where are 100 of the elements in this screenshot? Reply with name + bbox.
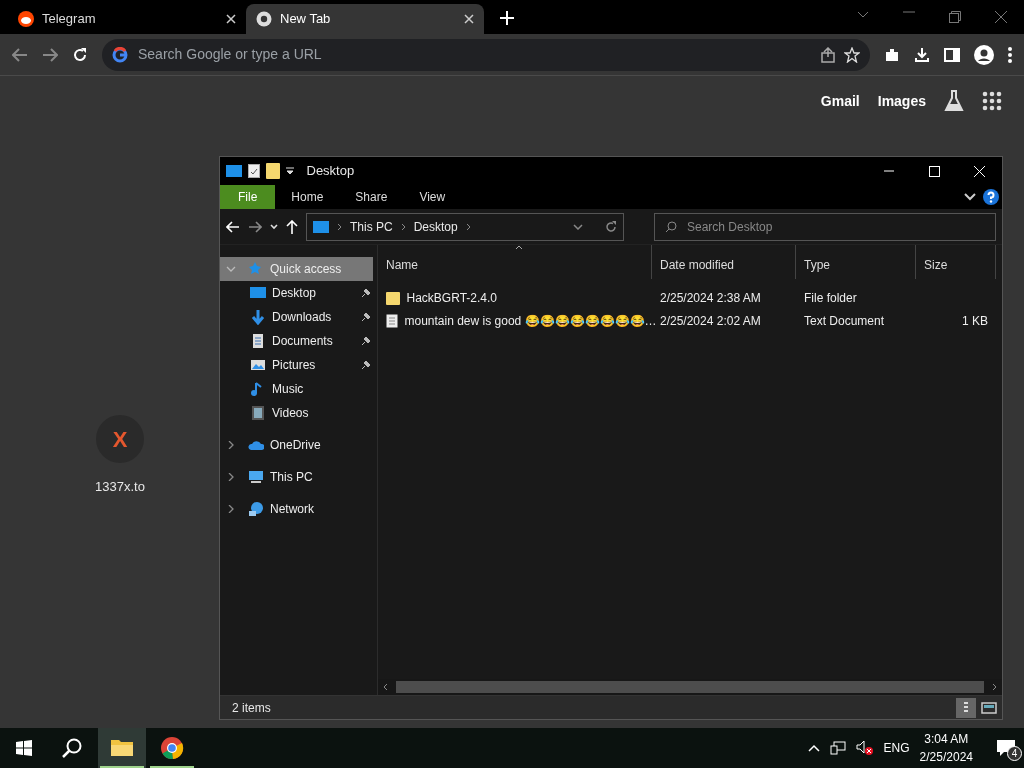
document-icon [250, 333, 266, 349]
chevron-right-icon[interactable] [226, 473, 236, 481]
browser-tab[interactable]: New Tab [246, 4, 484, 34]
nav-item[interactable]: Network [220, 497, 373, 521]
apps-grid-icon[interactable] [982, 91, 1002, 111]
ribbon-tab[interactable]: File [220, 185, 276, 209]
scroll-left-icon[interactable] [382, 683, 388, 691]
nav-item[interactable]: Desktop [220, 281, 373, 305]
image-icon [250, 357, 266, 373]
chevron-up-icon[interactable] [807, 744, 820, 752]
language-indicator[interactable]: ENG [883, 739, 910, 757]
clock[interactable]: 3:04 AM 2/25/2024 [919, 730, 973, 766]
monitor-icon [226, 165, 242, 177]
header-link[interactable]: Gmail [820, 90, 860, 112]
browser-logo-icon [160, 736, 184, 760]
ribbon-tab[interactable]: View [403, 185, 462, 209]
up-arrow-icon[interactable] [286, 219, 298, 234]
nav-item[interactable]: Quick access [220, 257, 373, 281]
nav-item[interactable]: This PC [220, 465, 373, 489]
column-header[interactable]: Type [796, 245, 916, 279]
nav-item[interactable]: Videos [220, 401, 373, 425]
speaker-muted-icon[interactable] [855, 740, 874, 756]
reload-icon[interactable] [72, 46, 88, 63]
search-icon [62, 738, 82, 758]
ribbon-tab[interactable]: Share [339, 185, 404, 209]
monitor-icon [250, 285, 266, 301]
browser-tab[interactable]: Telegram [8, 4, 246, 34]
scroll-right-icon[interactable] [992, 683, 998, 691]
download-icon[interactable] [914, 46, 930, 63]
close-icon[interactable] [226, 14, 236, 24]
windows-logo-icon [16, 740, 32, 756]
text-file-icon [386, 313, 398, 328]
search-engine-logo-icon [112, 46, 128, 63]
help-icon[interactable] [982, 189, 999, 205]
film-icon [250, 405, 266, 421]
file-name[interactable]: HackBGRT-2.4.0 [406, 288, 497, 307]
address-field[interactable]: Search Google or type a URL [136, 43, 812, 66]
table-cell-text: 2/25/2024 2:38 AM [659, 289, 762, 307]
star-icon[interactable] [844, 46, 860, 63]
table-cell-text: Text Document [803, 312, 886, 330]
shortcut-label[interactable]: 1337x.to [95, 477, 145, 497]
side-panel-icon[interactable] [944, 46, 960, 63]
more-icon[interactable] [1008, 46, 1012, 63]
network-icon[interactable] [829, 741, 846, 755]
down-arrow-icon [250, 309, 266, 325]
folder-icon [386, 290, 400, 305]
details-view-icon[interactable] [955, 697, 976, 718]
monitor-icon [313, 220, 329, 233]
scrollbar-thumb[interactable] [396, 681, 984, 693]
shortcut-tile[interactable]: X [96, 415, 144, 463]
new-tab-icon[interactable] [500, 11, 514, 25]
recent-locations-icon[interactable] [270, 223, 278, 230]
chevron-right-icon[interactable] [226, 441, 236, 449]
expand-ribbon-icon[interactable] [964, 193, 977, 201]
maximize-icon [929, 165, 940, 177]
search-field[interactable]: Search Desktop [685, 216, 985, 237]
restore-icon[interactable] [949, 11, 961, 23]
chevron-right-icon [465, 222, 471, 231]
search-box[interactable]: Search Desktop [654, 212, 996, 241]
nav-item[interactable]: Documents [220, 329, 373, 353]
column-header[interactable]: Size [916, 245, 996, 279]
search-icon [665, 220, 677, 233]
dropdown-icon[interactable] [573, 223, 583, 230]
close-icon [974, 165, 985, 177]
forward-arrow-icon[interactable] [42, 47, 58, 62]
table-cell-text: 1 KB [961, 312, 988, 330]
file-name[interactable]: mountain dew is good 😂😂😂😂😂😂😂😂… [404, 311, 657, 330]
chevron-right-icon[interactable] [226, 505, 236, 513]
ribbon-tab[interactable]: Home [275, 185, 340, 209]
nav-item[interactable]: Pictures [220, 353, 373, 377]
table-cell-text: 2/25/2024 2:02 AM [659, 312, 762, 330]
close-icon[interactable] [464, 14, 474, 24]
header-link[interactable]: Images [877, 90, 926, 112]
computer-icon [248, 469, 264, 485]
refresh-icon[interactable] [605, 220, 617, 233]
chevron-right-icon [337, 222, 342, 231]
window-title: Desktop [306, 162, 355, 181]
globe-icon [248, 501, 264, 517]
chevron-down-icon[interactable] [857, 11, 869, 19]
nav-item[interactable]: Music [220, 377, 373, 401]
breadcrumb-item[interactable]: Desktop [413, 217, 458, 236]
profile-icon[interactable] [974, 44, 994, 65]
column-header[interactable]: Date modified [652, 245, 796, 279]
address-bar[interactable]: Search Google or type a URL [102, 38, 870, 71]
status-text: 2 items [232, 699, 271, 717]
breadcrumb-item[interactable]: This PC [350, 217, 393, 236]
table-cell-text: File folder [803, 289, 858, 307]
browser-logo-icon [256, 11, 272, 27]
nav-item[interactable]: Downloads [220, 305, 373, 329]
share-icon[interactable] [820, 46, 836, 63]
flask-icon[interactable] [944, 90, 964, 112]
column-header[interactable]: Name [378, 245, 652, 279]
address-bar[interactable]: This PC Desktop [306, 212, 624, 241]
chevron-right-icon [400, 222, 406, 231]
customize-icon[interactable] [286, 167, 294, 175]
nav-item[interactable]: OneDrive [220, 433, 373, 457]
taskbar-app[interactable] [98, 728, 146, 768]
properties-icon[interactable] [248, 164, 260, 178]
forward-arrow-icon[interactable] [248, 220, 262, 233]
notification-count: 4 [1007, 746, 1022, 762]
